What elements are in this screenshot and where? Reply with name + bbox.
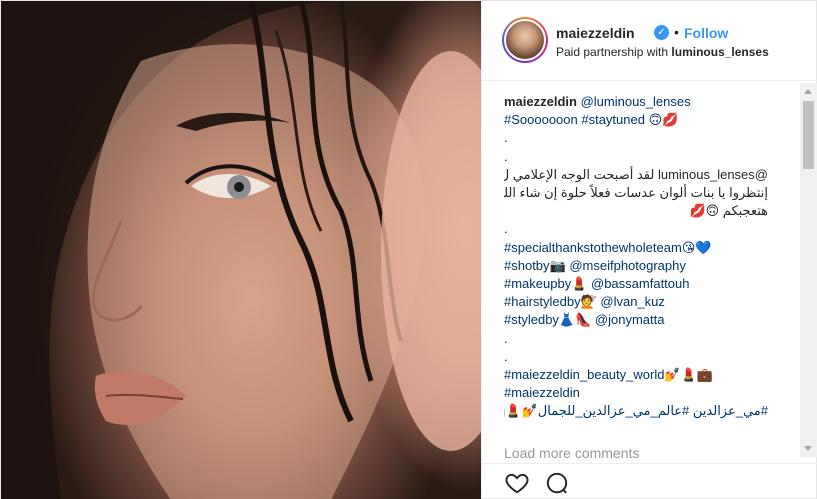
hashtag-line[interactable]: #maiezzeldin xyxy=(504,384,794,402)
username-link[interactable]: maiezzeldin xyxy=(556,25,635,41)
hashtag-line[interactable]: #styledby👗👠 @jonymatta xyxy=(504,311,794,329)
caption-line: maiezzeldin @luminous_lenses xyxy=(504,93,794,111)
verified-badge-icon: ✓ xyxy=(654,25,669,40)
hashtag-line[interactable]: #Sooooooon #staytuned 🙃💋 xyxy=(504,111,794,129)
caption-line: . xyxy=(504,130,508,146)
instagram-post: maiezzeldin ✓ • Follow Paid partnership … xyxy=(0,0,817,499)
post-photo xyxy=(1,1,481,499)
partnership-prefix: Paid partnership with xyxy=(556,45,672,59)
separator-dot: • xyxy=(674,24,679,40)
caption-comments: maiezzeldin @luminous_lenses #Sooooooon … xyxy=(504,93,794,439)
caption-username[interactable]: maiezzeldin xyxy=(504,94,577,109)
hashtag-line[interactable]: #shotby📷 @mseifphotography xyxy=(504,257,794,275)
paid-partnership-label: Paid partnership with luminous_lenses xyxy=(556,45,769,59)
post-actions xyxy=(482,463,817,499)
mention-link[interactable]: @luminous_lenses xyxy=(577,94,691,109)
scroll-up-arrow-icon[interactable] xyxy=(804,89,812,94)
scroll-thumb[interactable] xyxy=(803,101,814,169)
arabic-caption-line: هتعجبكم 🙃💋 xyxy=(689,203,768,219)
post-sidebar: maiezzeldin ✓ • Follow Paid partnership … xyxy=(481,1,817,499)
caption-line: . xyxy=(504,221,508,237)
post-header: maiezzeldin ✓ • Follow Paid partnership … xyxy=(482,1,817,81)
hashtag-line[interactable]: #specialthankstothewholeteam😘💙 xyxy=(504,239,794,257)
comment-icon[interactable] xyxy=(544,470,570,496)
hashtag-line[interactable]: #hairstyledby💇 @lvan_kuz xyxy=(504,293,794,311)
hashtag-line-arabic[interactable]: #مي_عزالدين #عالم_مي_عزالدين_للجمال💅💄💼 xyxy=(504,402,768,420)
partner-link[interactable]: luminous_lenses xyxy=(671,45,768,59)
hashtag-line[interactable]: #maiezzeldin_beauty_world💅💄💼 xyxy=(504,366,794,384)
caption-line: . xyxy=(504,348,508,364)
avatar[interactable] xyxy=(502,17,548,63)
load-more-comments-link[interactable]: Load more comments xyxy=(504,445,639,461)
hashtag-line[interactable]: #makeupby💄 @bassamfattouh xyxy=(504,275,794,293)
avatar-image xyxy=(504,19,546,61)
caption-line: . xyxy=(504,330,508,346)
arabic-caption-line: @luminous_lenses لقد أصبحت الوجه الإعلام… xyxy=(504,166,768,182)
portrait-illustration xyxy=(1,1,481,499)
heart-icon[interactable] xyxy=(504,470,530,496)
scroll-down-arrow-icon[interactable] xyxy=(804,446,812,451)
caption-line: . xyxy=(504,148,508,164)
arabic-caption-line: إنتظروا يا بنات ألوان عدسات فعلاً حلوة إ… xyxy=(504,185,768,201)
comments-scrollbar[interactable] xyxy=(800,83,817,457)
follow-button[interactable]: Follow xyxy=(684,25,728,41)
